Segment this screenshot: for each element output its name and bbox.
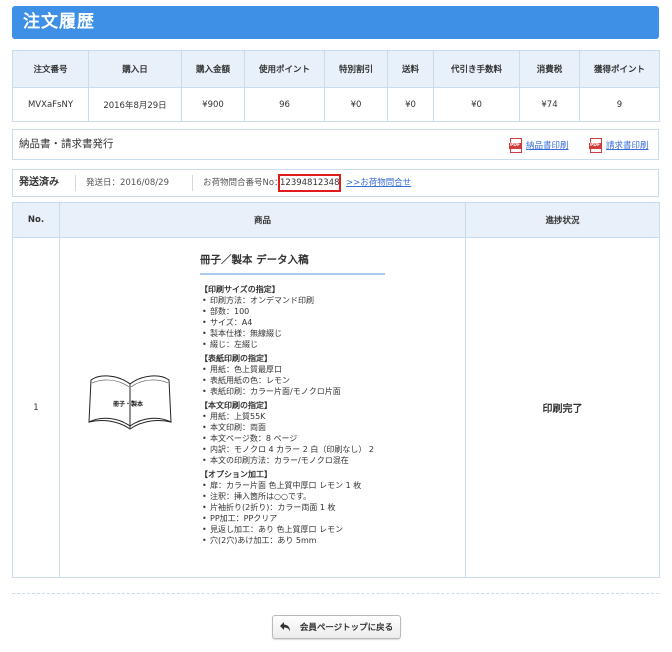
list-item: 本文の印刷方法：カラー/モノクロ混在 [200,455,450,466]
col-special-discount: 特別割引 [324,50,388,88]
col-purchase-amount: 購入金額 [181,50,245,88]
list-item: PP加工：PPクリア [200,513,450,524]
return-arrow-icon [279,622,290,632]
col-no: No. [12,202,60,238]
tracking-inquiry-link[interactable]: >>お荷物問合せ [346,170,411,196]
list-item: 扉：カラー片面 色上質中厚口 レモン 1 枚 [200,480,450,491]
spec-section-heading: 【本文印刷の指定】 [200,401,272,410]
list-item: 本文印刷：両面 [200,422,450,433]
list-item: 表紙印刷：カラー片面/モノクロ片面 [200,386,450,397]
back-button-label: 会員ページトップに戻る [299,623,394,633]
list-item: サイズ：A4 [200,317,450,328]
list-item: 綴じ：左綴じ [200,339,450,350]
page-title: 注文履歴 [12,6,659,39]
table-row: 1 冊子・製本 冊子／製本 データ入稿 【印刷サイズの指定】 • 印刷方法：オン… [12,237,660,578]
list-item: 製本仕様：無線綴じ [200,328,450,339]
used-points: 96 [244,87,325,122]
shipping-info-row: 発送済み 発送日：2016/08/29 お荷物問合番号No： 123948123… [12,169,659,197]
col-product: 商品 [59,202,466,238]
tracking-number: 12394812348 [278,174,341,192]
col-purchase-date: 購入日 [88,50,182,88]
divider [75,175,76,191]
summary-data-row: MVXaFsNY 2016年8月29日 ¥900 96 ¥0 ¥0 ¥0 ¥74… [12,87,660,122]
summary-header-row: 注文番号 購入日 購入金額 使用ポイント 特別割引 送料 代引き手数料 消費税 … [12,50,660,88]
item-number: 1 [12,237,60,578]
col-used-points: 使用ポイント [244,50,325,88]
tax: ¥74 [519,87,580,122]
order-summary-table: 注文番号 購入日 購入金額 使用ポイント 特別割引 送料 代引き手数料 消費税 … [12,50,660,122]
spec-section-heading: 【表紙印刷の指定】 [200,354,272,363]
back-to-member-top-button[interactable]: 会員ページトップに戻る [272,615,401,639]
special-discount: ¥0 [324,87,388,122]
order-number: MVXaFsNY [12,87,89,122]
invoice-print-link[interactable]: 請求書印刷 [589,137,649,153]
booklet-image: 冊子・製本 [87,372,173,432]
col-progress: 進捗状況 [465,202,660,238]
col-tax: 消費税 [519,50,580,88]
list-item: 見返し加工：あり 色上質厚口 レモン [200,524,450,535]
progress-status: 印刷完了 [465,237,660,578]
col-earned-points: 獲得ポイント [579,50,660,88]
shipping-date: 発送日：2016/08/29 [86,178,169,188]
col-cod-fee: 代引き手数料 [433,50,520,88]
spec-section-heading: 【オプション加工】 [200,470,272,479]
items-header-row: No. 商品 進捗状況 [12,202,660,238]
divider [192,175,193,191]
product-cell: 冊子・製本 冊子／製本 データ入稿 【印刷サイズの指定】 印刷方法：オンデマンド… [59,237,466,578]
pdf-icon [589,137,602,153]
col-shipping-fee: 送料 [387,50,434,88]
list-item: 本文ページ数：8 ページ [200,433,450,444]
list-item: 表紙用紙の色：レモン [200,375,450,386]
spec-list: 用紙：上質55K 本文印刷：両面 本文ページ数：8 ページ 内訳：モノクロ 4 … [200,411,450,466]
shipping-status: 発送済み [19,177,59,188]
list-item: 内訳：モノクロ 4 カラー 2 白（印刷なし） 2 [200,444,450,455]
invoice-link-label: 請求書印刷 [606,141,649,151]
purchase-date: 2016年8月29日 [88,87,182,122]
purchase-amount: ¥900 [181,87,245,122]
spec-list: 用紙：色上質最厚口 表紙用紙の色：レモン 表紙印刷：カラー片面/モノクロ片面 [200,364,450,397]
list-item: 部数：100 [200,306,450,317]
document-issue-title: 納品書・請求書発行 [19,138,114,150]
product-title: 冊子／製本 データ入稿 [200,252,385,275]
spec-list: 印刷方法：オンデマンド印刷 部数：100 サイズ：A4 製本仕様：無線綴じ 綴じ… [200,295,450,350]
pdf-icon [509,137,522,153]
order-items-table: No. 商品 進捗状況 1 冊子・製本 冊子／製本 データ入稿 【印刷サイズの指… [12,202,660,578]
delivery-note-link-label: 納品書印刷 [526,141,569,151]
booklet-image-label: 冊子・製本 [113,401,144,408]
list-item: 用紙：色上質最厚口 [200,364,450,375]
cod-fee: ¥0 [433,87,520,122]
col-order-number: 注文番号 [12,50,89,88]
earned-points: 9 [579,87,660,122]
list-item: 穴(2穴)あけ加工：あり 5mm [200,535,450,546]
tracking-number-label: お荷物問合番号No： [203,178,283,188]
list-item: 用紙：上質55K [200,411,450,422]
delivery-note-print-link[interactable]: 納品書印刷 [509,137,569,153]
document-issue-row: 納品書・請求書発行 納品書印刷 請求書印刷 [12,129,659,160]
spec-section-heading: 【印刷サイズの指定】 [200,285,280,294]
spec-list: 扉：カラー片面 色上質中厚口 レモン 1 枚 注釈：挿入箇所は○○です。 片袖折… [200,480,450,546]
divider [12,593,659,594]
product-detail: 冊子／製本 データ入稿 【印刷サイズの指定】 印刷方法：オンデマンド印刷 部数：… [200,252,450,549]
list-item: 片袖折り(2折り)：カラー両面 1 枚 [200,502,450,513]
list-item: 注釈：挿入箇所は○○です。 [200,491,450,502]
shipping-fee: ¥0 [387,87,434,122]
list-item: 印刷方法：オンデマンド印刷 [200,295,450,306]
